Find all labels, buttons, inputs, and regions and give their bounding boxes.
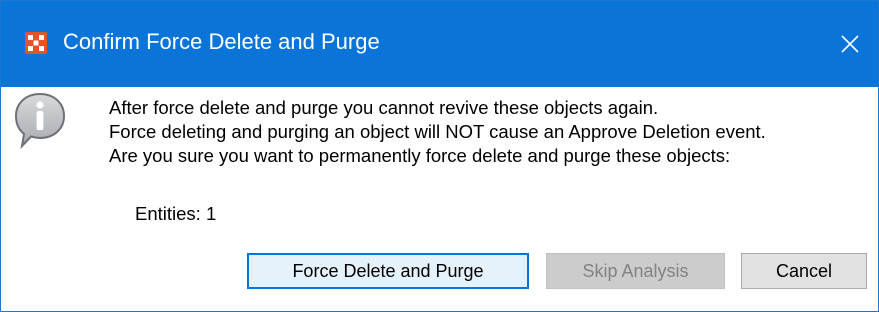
skip-analysis-button[interactable]: Skip Analysis bbox=[546, 253, 725, 289]
entities-count: Entities: 1 bbox=[135, 203, 217, 224]
dialog-title: Confirm Force Delete and Purge bbox=[63, 29, 380, 54]
app-logo-icon bbox=[25, 32, 47, 54]
info-icon bbox=[13, 91, 67, 151]
message-line: After force delete and purge you cannot … bbox=[109, 97, 659, 118]
message-line: Are you sure you want to permanently for… bbox=[109, 145, 731, 166]
confirm-dialog: Confirm Force Delete and Purge After for… bbox=[0, 0, 879, 312]
message-text: After force delete and purge you cannot … bbox=[109, 96, 766, 168]
message-line: Force deleting and purging an object wil… bbox=[109, 121, 766, 142]
cancel-button[interactable]: Cancel bbox=[741, 253, 867, 289]
close-icon bbox=[841, 35, 859, 53]
title-bar: Confirm Force Delete and Purge bbox=[1, 1, 878, 87]
force-delete-and-purge-button[interactable]: Force Delete and Purge bbox=[247, 253, 529, 289]
close-button[interactable] bbox=[822, 1, 878, 87]
